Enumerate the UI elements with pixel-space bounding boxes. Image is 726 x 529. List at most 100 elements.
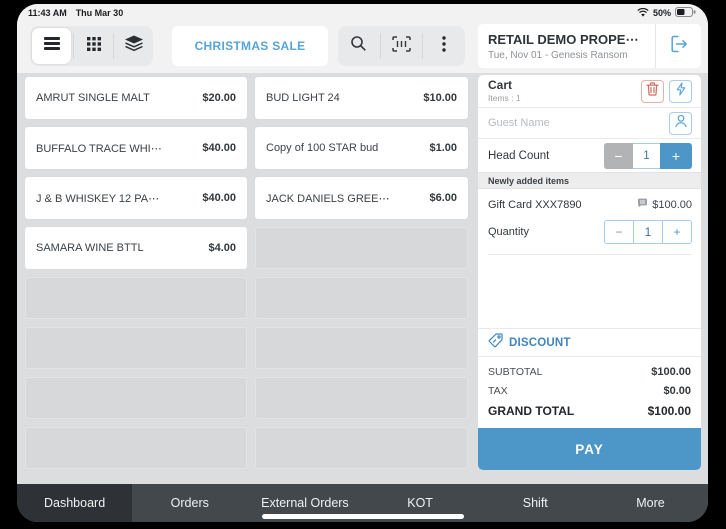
quantity-plus-button[interactable]: + (663, 221, 691, 243)
list-view-button[interactable] (32, 28, 71, 64)
battery-percent: 50% (653, 8, 671, 18)
nav-tab-orders[interactable]: Orders (132, 484, 247, 522)
logout-button[interactable] (655, 24, 701, 68)
product-tile[interactable]: J & B WHISKEY 12 PA⋯ $40.00 (25, 177, 247, 219)
product-name: AMRUT SINGLE MALT (36, 92, 150, 104)
empty-product-slot (25, 277, 247, 319)
battery-icon (675, 7, 696, 19)
product-price: $40.00 (202, 192, 236, 204)
list-view-icon (44, 37, 60, 55)
cart-panel: Cart Items : 1 Head Count − 1 (478, 75, 701, 470)
nav-tab-more[interactable]: More (593, 484, 708, 522)
product-price: $20.00 (202, 92, 236, 104)
cart-header: Cart Items : 1 (478, 75, 701, 108)
store-shift-info: Tue, Nov 01 - Genesis Ransom (488, 50, 655, 61)
product-name: JACK DANIELS GREE⋯ (266, 192, 389, 205)
barcode-scan-button[interactable] (381, 26, 423, 66)
product-name: BUD LIGHT 24 (266, 92, 340, 104)
empty-product-slot (255, 377, 468, 419)
product-tile[interactable]: JACK DANIELS GREE⋯ $6.00 (255, 177, 468, 219)
discount-label: DISCOUNT (509, 337, 571, 349)
head-count-value: 1 (633, 143, 660, 169)
empty-product-slot (255, 277, 468, 319)
product-name: SAMARA WINE BTTL (36, 242, 144, 254)
head-count-label: Head Count (488, 150, 549, 162)
cart-title: Cart (488, 79, 521, 91)
lightning-icon (676, 82, 686, 101)
product-tile[interactable]: AMRUT SINGLE MALT $20.00 (25, 77, 247, 119)
app-screen: 11:43 AM Thu Mar 30 50% CHRISTMAS SALE (17, 4, 708, 522)
product-tile[interactable]: BUFFALO TRACE WHI⋯ $40.00 (25, 127, 247, 169)
trash-icon (646, 82, 659, 101)
totals-value: $100.00 (648, 404, 691, 418)
search-button[interactable] (338, 26, 380, 66)
quick-actions-button[interactable] (669, 80, 692, 103)
product-grid: AMRUT SINGLE MALT $20.00 BUD LIGHT 24 $10.0… (25, 77, 468, 469)
person-icon (674, 114, 688, 133)
product-name: Copy of 100 STAR bud (266, 142, 378, 154)
pay-button[interactable]: PAY (478, 428, 701, 470)
select-customer-button[interactable] (669, 112, 692, 135)
product-price: $40.00 (202, 142, 236, 154)
layers-button[interactable] (114, 26, 153, 66)
head-count-minus-button[interactable]: − (604, 143, 633, 169)
cart-items-count: Items : 1 (488, 93, 521, 103)
head-count-stepper: − 1 + (604, 143, 692, 169)
line-item-price: $100.00 (637, 198, 692, 211)
more-vertical-icon (442, 36, 446, 57)
store-header: RETAIL DEMO PROPE⋯ Tue, Nov 01 - Genesis… (478, 24, 701, 68)
totals-row: SUBTOTAL $100.00 (488, 362, 691, 381)
clear-cart-button[interactable] (641, 80, 664, 103)
home-indicator[interactable] (262, 514, 464, 519)
head-count-row: Head Count − 1 + (478, 139, 701, 172)
totals-value: $0.00 (663, 385, 691, 397)
totals-value: $100.00 (651, 366, 691, 378)
status-time: 11:43 AM (28, 8, 67, 18)
wifi-icon (637, 8, 649, 19)
discount-button[interactable]: DISCOUNT (478, 328, 701, 356)
product-name: BUFFALO TRACE WHI⋯ (36, 142, 162, 155)
view-toggle-group (30, 26, 153, 66)
cart-empty-space (478, 255, 701, 328)
quantity-value: 1 (633, 221, 663, 243)
totals-label: GRAND TOTAL (488, 404, 574, 418)
discount-tag-icon (488, 333, 503, 353)
product-price: $1.00 (429, 142, 457, 154)
empty-product-slot (25, 327, 247, 369)
status-bar: 11:43 AM Thu Mar 30 50% (17, 4, 708, 22)
line-item-name: Gift Card XXX7890 (488, 199, 582, 211)
product-tile[interactable]: SAMARA WINE BTTL$4.00 (25, 227, 247, 269)
product-name: J & B WHISKEY 12 PA⋯ (36, 192, 159, 205)
empty-product-slot (25, 377, 247, 419)
nav-tab-shift[interactable]: Shift (478, 484, 593, 522)
totals-label: SUBTOTAL (488, 366, 542, 378)
store-selector[interactable]: RETAIL DEMO PROPE⋯ Tue, Nov 01 - Genesis… (478, 24, 655, 68)
nav-tab-dashboard[interactable]: Dashboard (17, 484, 132, 522)
logout-icon (667, 32, 691, 61)
empty-product-slot (255, 227, 468, 269)
product-price: $6.00 (429, 192, 457, 204)
layers-icon (124, 35, 144, 57)
product-price: $10.00 (423, 92, 457, 104)
quantity-stepper: − 1 + (604, 220, 692, 244)
product-tile[interactable]: BUD LIGHT 24 $10.00 (255, 77, 468, 119)
toolbar-actions-group (338, 26, 465, 66)
empty-product-slot (255, 427, 468, 469)
store-name: RETAIL DEMO PROPE⋯ (488, 32, 655, 48)
more-options-button[interactable] (423, 26, 465, 66)
grid-view-icon (87, 37, 101, 56)
head-count-plus-button[interactable]: + (660, 143, 692, 169)
totals-label: TAX (488, 385, 508, 397)
product-tile[interactable]: Copy of 100 STAR bud $1.00 (255, 127, 468, 169)
empty-product-slot (25, 427, 247, 469)
guest-name-input[interactable] (488, 117, 628, 129)
grid-view-button[interactable] (74, 26, 113, 66)
guest-name-row (478, 108, 701, 139)
totals-row: GRAND TOTAL $100.00 (488, 400, 691, 422)
cart-line-item: Gift Card XXX7890 $100.00 Quantity − 1 + (478, 189, 701, 255)
category-sale-button[interactable]: CHRISTMAS SALE (172, 26, 328, 66)
empty-product-slot (255, 327, 468, 369)
quantity-minus-button[interactable]: − (605, 221, 633, 243)
search-icon (350, 35, 367, 57)
note-icon[interactable] (637, 198, 648, 211)
